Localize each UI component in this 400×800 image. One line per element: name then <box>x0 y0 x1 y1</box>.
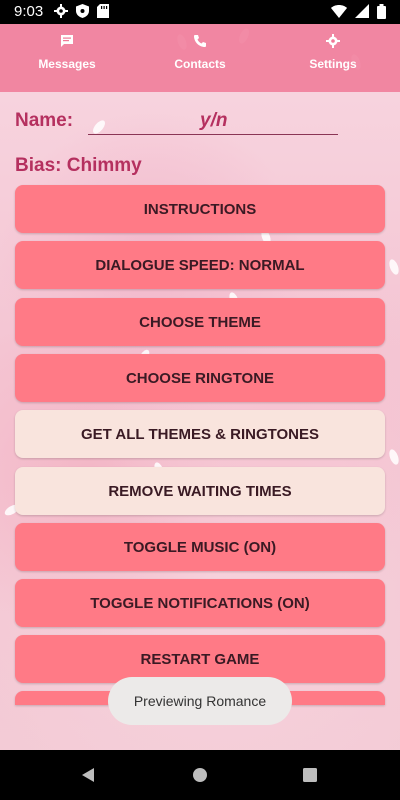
sd-card-icon <box>97 4 109 22</box>
shield-icon <box>76 4 89 22</box>
dialogue-speed-button[interactable]: DIALOGUE SPEED: NORMAL <box>15 241 385 289</box>
system-nav-bar <box>0 750 400 800</box>
toggle-music-button[interactable]: TOGGLE MUSIC (ON) <box>15 523 385 571</box>
status-time: 9:03 <box>14 3 44 20</box>
tab-settings[interactable]: Settings <box>278 34 388 71</box>
message-icon <box>61 35 73 47</box>
toggle-notifications-button[interactable]: TOGGLE NOTIFICATIONS (ON) <box>15 579 385 627</box>
bias-label: Bias: Chimmy <box>15 155 142 176</box>
tab-label: Messages <box>38 57 96 71</box>
battery-icon <box>377 4 386 23</box>
choose-theme-button[interactable]: CHOOSE THEME <box>15 298 385 346</box>
top-navigation: Messages Contacts Settings <box>0 24 400 92</box>
choose-ringtone-button[interactable]: CHOOSE RINGTONE <box>15 354 385 402</box>
petal-decoration <box>387 258 400 276</box>
name-input-underline[interactable] <box>88 134 338 135</box>
signal-icon <box>355 4 369 23</box>
recents-icon[interactable] <box>303 768 317 787</box>
tab-label: Contacts <box>174 57 226 71</box>
status-bar: 9:03 <box>0 0 400 24</box>
tab-label: Settings <box>309 57 357 71</box>
home-icon[interactable] <box>192 767 208 788</box>
phone-icon <box>194 35 206 47</box>
remove-waiting-times-button[interactable]: REMOVE WAITING TIMES <box>15 467 385 515</box>
name-input[interactable]: y/n <box>200 110 227 132</box>
name-label: Name: <box>15 110 74 131</box>
restart-game-button[interactable]: RESTART GAME <box>15 635 385 683</box>
get-all-themes-button[interactable]: GET ALL THEMES & RINGTONES <box>15 410 385 458</box>
toast-message: Previewing Romance <box>108 677 292 725</box>
gear-icon <box>326 34 340 48</box>
app-screen: Messages Contacts Settings Name: y/n Bia… <box>0 24 400 750</box>
back-icon[interactable] <box>80 767 96 788</box>
instructions-button[interactable]: INSTRUCTIONS <box>15 185 385 233</box>
tab-contacts[interactable]: Contacts <box>145 34 255 71</box>
petal-decoration <box>387 448 400 466</box>
wifi-icon <box>331 4 347 23</box>
tab-messages[interactable]: Messages <box>12 34 122 71</box>
gear-icon <box>54 4 68 22</box>
